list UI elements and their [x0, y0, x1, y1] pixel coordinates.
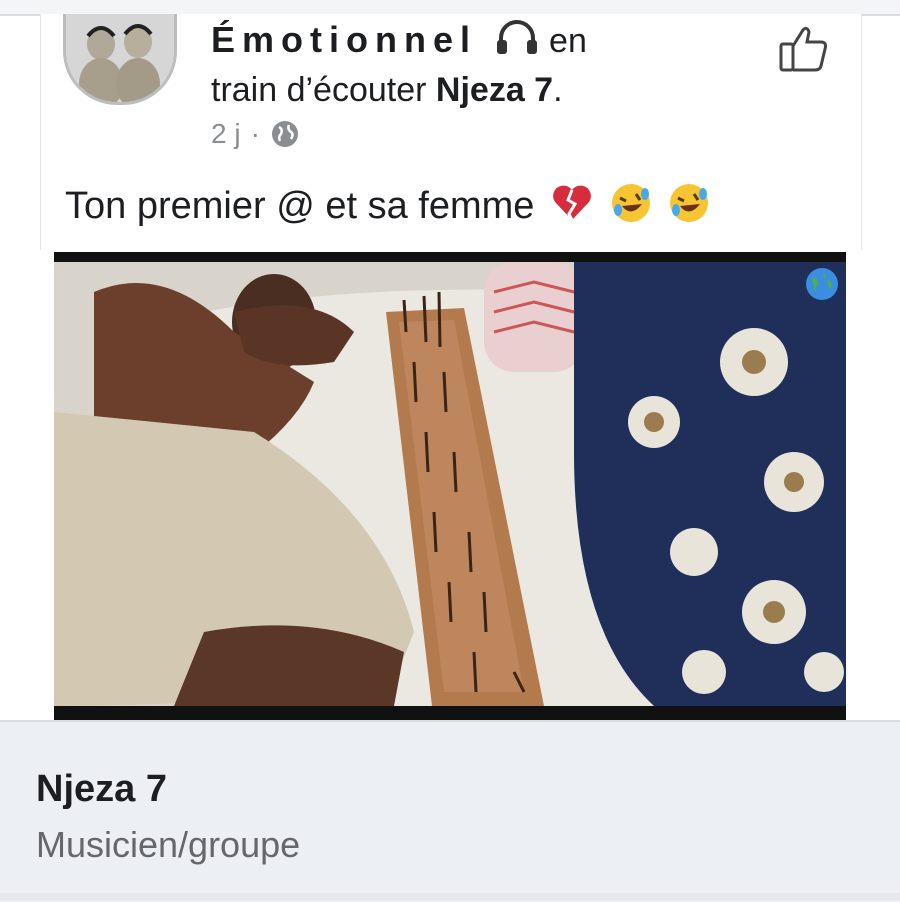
activity-line: train d’écouter Njeza 7.: [211, 70, 563, 110]
timestamp[interactable]: 2 j: [211, 118, 241, 150]
bottom-divider: [0, 893, 900, 900]
globe-icon: [271, 121, 298, 147]
author-line: Émotionnel en: [211, 20, 587, 61]
link-preview-title[interactable]: Njeza 7: [36, 768, 167, 811]
activity-prefix: en: [549, 22, 587, 60]
post-meta: 2 j ·: [211, 118, 300, 150]
broken-heart-emoji: [553, 185, 591, 221]
rolling-laughing-emoji: [670, 184, 709, 222]
activity-suffix: .: [553, 71, 563, 109]
thumbs-up-icon[interactable]: [777, 22, 831, 76]
headphones-icon: [497, 20, 538, 54]
avatar[interactable]: [63, 14, 177, 105]
activity-text: train d’écouter: [211, 71, 427, 109]
link-preview-category: Musicien/groupe: [36, 824, 301, 865]
rolling-laughing-emoji: [611, 184, 650, 222]
post-text: Ton premier @ et sa femme: [65, 182, 710, 229]
post-card: Émotionnel en train d’écouter Njeza 7. 2…: [40, 14, 862, 250]
meta-separator: ·: [250, 118, 260, 149]
video-thumbnail[interactable]: [54, 252, 846, 720]
author-name[interactable]: Émotionnel: [211, 19, 477, 60]
globe-badge-icon: [806, 268, 838, 300]
post-message: Ton premier @ et sa femme: [65, 185, 535, 227]
link-preview-card[interactable]: Njeza 7 Musicien/groupe: [0, 720, 900, 902]
activity-target-link[interactable]: Njeza 7: [436, 71, 553, 109]
